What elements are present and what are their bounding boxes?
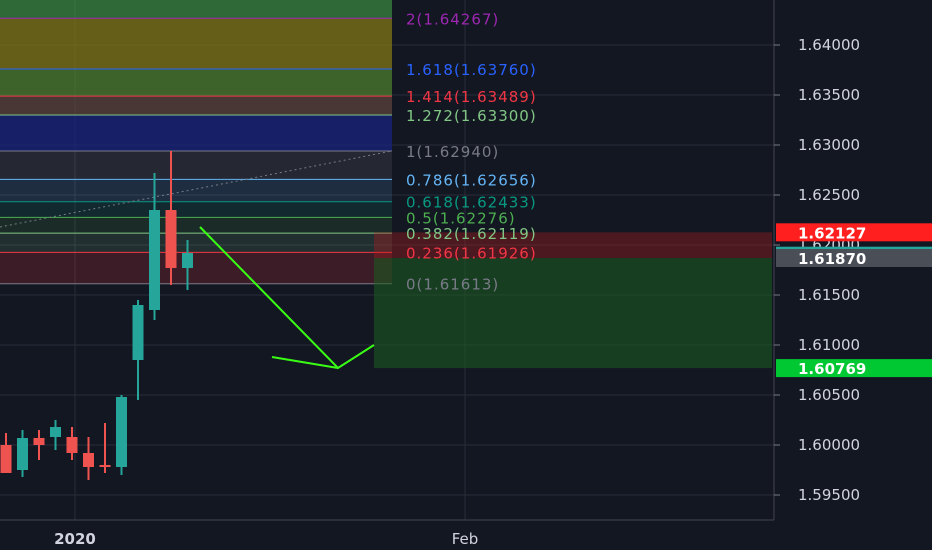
- candle-body: [33, 438, 45, 445]
- candle-body: [182, 253, 193, 268]
- fib-band: [0, 96, 392, 115]
- fib-band: [0, 69, 392, 97]
- fib-band: [0, 252, 392, 284]
- price-tag-label: 1.61870: [798, 250, 866, 268]
- candle-body: [83, 453, 94, 467]
- fib-band: [0, 233, 392, 253]
- candle-body: [0, 445, 12, 473]
- candle-body: [66, 437, 78, 453]
- y-tick-label: 1.63500: [798, 86, 860, 104]
- y-tick-label: 1.64000: [798, 36, 860, 54]
- candle-body: [165, 210, 177, 268]
- candle-body: [99, 465, 111, 467]
- fib-band: [0, 217, 392, 234]
- y-tick-label: 1.61000: [798, 336, 860, 354]
- price-tag-label: 1.60769: [798, 360, 866, 378]
- fib-level-label: 1(1.62940): [406, 143, 499, 161]
- y-tick-label: 1.60500: [798, 386, 860, 404]
- fib-band: [0, 179, 392, 202]
- fib-level-label: 0.236(1.61926): [406, 244, 537, 262]
- fib-band: [0, 0, 392, 19]
- y-tick-label: 1.62500: [798, 186, 860, 204]
- x-tick-label: 2020: [54, 530, 96, 548]
- candle-body: [149, 210, 160, 310]
- fib-level-label: 1.272(1.63300): [406, 107, 537, 125]
- y-tick-label: 1.63000: [798, 136, 860, 154]
- fib-level-label: 0.618(1.62433): [406, 194, 537, 212]
- y-tick-label: 1.59500: [798, 486, 860, 504]
- fib-level-label: 1.414(1.63489): [406, 88, 537, 106]
- fib-band: [0, 115, 392, 151]
- y-tick-label: 1.60000: [798, 436, 860, 454]
- fib-level-label: 0.382(1.62119): [406, 225, 537, 243]
- fib-level-label: 0.5(1.62276): [406, 209, 516, 227]
- candle-body: [132, 305, 144, 360]
- candle-body: [50, 427, 61, 437]
- fib-level-label: 2(1.64267): [406, 10, 499, 28]
- fib-band: [0, 151, 392, 180]
- x-tick-label: Feb: [452, 530, 479, 548]
- take-profit-zone: [374, 258, 772, 369]
- candle-body: [116, 397, 127, 467]
- fib-level-label: 0(1.61613): [406, 276, 499, 294]
- fib-band: [0, 201, 392, 218]
- candle-body: [17, 438, 28, 470]
- y-tick-label: 1.61500: [798, 286, 860, 304]
- fib-band: [0, 18, 392, 69]
- price-tag-label: 1.62127: [798, 224, 866, 242]
- fibonacci-bands: [0, 0, 392, 284]
- chart-canvas[interactable]: 0(1.61613)0.236(1.61926)0.382(1.62119)0.…: [0, 0, 932, 550]
- fib-level-label: 1.618(1.63760): [406, 61, 537, 79]
- fib-level-label: 0.786(1.62656): [406, 171, 537, 189]
